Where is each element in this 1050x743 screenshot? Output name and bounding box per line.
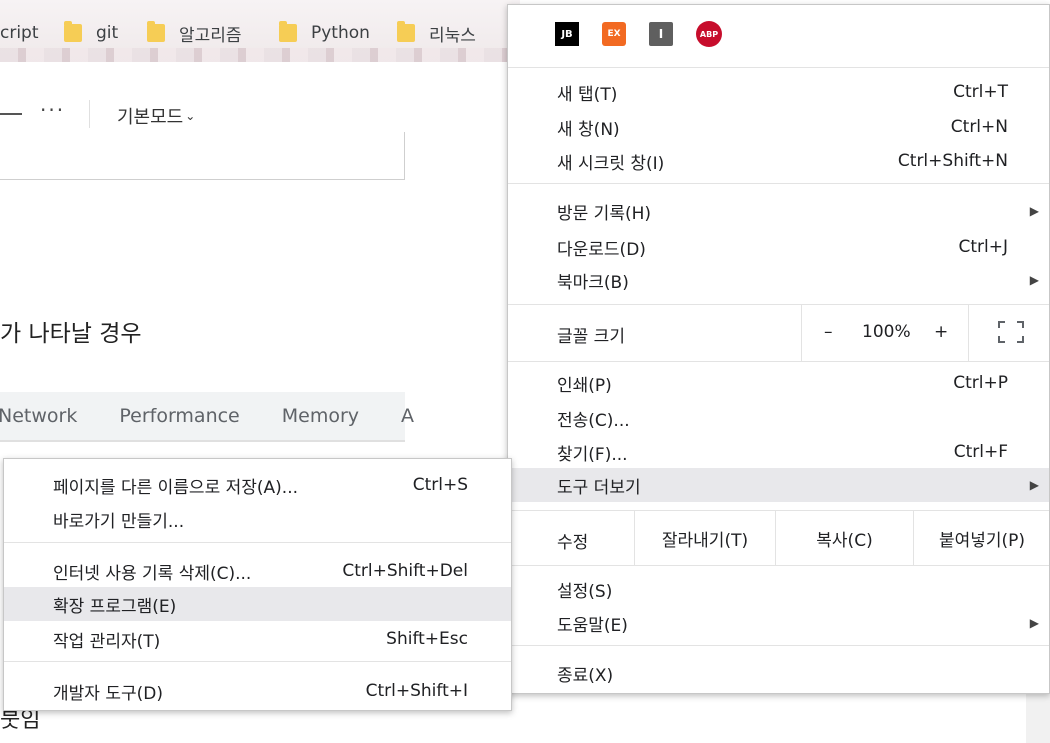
bookmark-folder-linux[interactable]: 리눅스	[397, 20, 476, 46]
bookmark-label: git	[96, 23, 119, 43]
menu-item-cast[interactable]: 전송(C)...	[508, 401, 1049, 435]
cut-button[interactable]: 잘라내기(T)	[634, 511, 775, 565]
folder-icon	[397, 21, 415, 42]
adblock-plus-icon[interactable]: ABP	[696, 21, 722, 47]
jetbrains-icon[interactable]: JB	[555, 22, 579, 46]
bookmark-label: 리눅스	[429, 25, 476, 46]
scrollbar[interactable]	[1026, 690, 1050, 743]
submenu-item-developer-tools[interactable]: 개발자 도구(D) Ctrl+Shift+I	[4, 674, 511, 708]
zoom-controls: – 100% +	[801, 305, 968, 361]
submenu-arrow-icon: ▶	[1029, 478, 1039, 492]
more-options-button[interactable]: ···	[40, 98, 65, 122]
submenu-arrow-icon: ▶	[1029, 273, 1039, 287]
ex-extension-icon[interactable]: EX	[602, 22, 626, 46]
devtools-tab-performance[interactable]: Performance	[119, 405, 239, 427]
folder-icon	[279, 21, 297, 42]
devtools-tab-strip: Network Performance Memory A	[0, 392, 414, 442]
menu-divider	[508, 67, 1049, 68]
zoom-in-button[interactable]: +	[934, 322, 948, 342]
submenu-arrow-icon: ▶	[1029, 616, 1039, 630]
folder-icon	[147, 21, 165, 42]
paste-button[interactable]: 붙여넣기(P)	[913, 511, 1050, 565]
fullscreen-icon[interactable]	[998, 321, 1024, 343]
menu-divider	[508, 183, 1049, 184]
toolbar-divider	[89, 100, 90, 128]
menu-divider	[508, 565, 1049, 566]
edit-row: 수정 잘라내기(T) 복사(C) 붙여넣기(P)	[508, 511, 1049, 565]
menu-item-print[interactable]: 인쇄(P) Ctrl+P	[508, 366, 1049, 400]
devtools-tab-network[interactable]: Network	[0, 405, 77, 427]
folder-icon	[64, 21, 82, 42]
extension-icons-row: JB EX I ABP	[508, 5, 1049, 67]
menu-divider	[508, 361, 1049, 362]
zoom-level: 100%	[862, 322, 911, 342]
mode-dropdown[interactable]: 기본모드 ⌄	[117, 103, 195, 129]
copy-button[interactable]: 복사(C)	[775, 511, 913, 565]
zoom-label: 글꼴 크기	[557, 327, 625, 347]
menu-divider	[508, 645, 1049, 646]
menu-item-settings[interactable]: 설정(S)	[508, 572, 1049, 606]
edit-label: 수정	[557, 533, 589, 553]
menu-item-help[interactable]: 도움말(E) ▶	[508, 606, 1049, 640]
chevron-down-icon: ⌄	[185, 109, 196, 123]
menu-item-new-tab[interactable]: 새 탭(T) Ctrl+T	[508, 75, 1049, 109]
browser-window: cript git 알고리즘 Python 리눅스 ··· 기본모드 ⌄ 가 나타…	[0, 0, 1050, 743]
bookmark-label: Python	[311, 23, 370, 43]
devtools-tab-memory[interactable]: Memory	[282, 405, 359, 427]
bookmark-folder-algorithm[interactable]: 알고리즘	[147, 20, 242, 46]
bookmark-folder-python[interactable]: Python	[279, 20, 370, 46]
menu-item-history[interactable]: 방문 기록(H) ▶	[508, 194, 1049, 228]
submenu-item-save-page-as[interactable]: 페이지를 다른 이름으로 저장(A)... Ctrl+S	[4, 468, 511, 502]
chrome-main-menu: JB EX I ABP 새 탭(T) Ctrl+T 새 창(N) Ctrl+N …	[507, 4, 1050, 694]
menu-divider	[4, 542, 511, 543]
mode-label: 기본모드	[117, 107, 184, 128]
submenu-item-create-shortcut[interactable]: 바로가기 만들기...	[4, 502, 511, 536]
more-tools-submenu: 페이지를 다른 이름으로 저장(A)... Ctrl+S 바로가기 만들기...…	[3, 458, 512, 711]
submenu-item-task-manager[interactable]: 작업 관리자(T) Shift+Esc	[4, 622, 511, 656]
title-input-box[interactable]	[0, 132, 405, 180]
menu-item-exit[interactable]: 종료(X)	[508, 656, 1049, 690]
bookmark-folder-git[interactable]: git	[64, 20, 118, 46]
submenu-arrow-icon: ▶	[1029, 204, 1039, 218]
menu-item-incognito-window[interactable]: 새 시크릿 창(I) Ctrl+Shift+N	[508, 144, 1049, 178]
menu-item-more-tools[interactable]: 도구 더보기 ▶	[508, 468, 1049, 502]
menu-item-bookmarks[interactable]: 북마크(B) ▶	[508, 263, 1049, 297]
zoom-row: 글꼴 크기 – 100% +	[508, 305, 1049, 361]
menu-item-find[interactable]: 찾기(F)... Ctrl+F	[508, 435, 1049, 469]
bookmarks-bar: cript git 알고리즘 Python 리눅스	[0, 0, 520, 62]
menu-item-downloads[interactable]: 다운로드(D) Ctrl+J	[508, 230, 1049, 264]
submenu-item-extensions[interactable]: 확장 프로그램(E)	[4, 587, 511, 621]
menu-divider	[4, 661, 511, 662]
i-extension-icon[interactable]: I	[649, 22, 673, 46]
bookmark-label: 알고리즘	[179, 25, 242, 46]
horizontal-rule-icon[interactable]	[0, 113, 22, 115]
menu-item-new-window[interactable]: 새 창(N) Ctrl+N	[508, 110, 1049, 144]
submenu-item-clear-browsing-data[interactable]: 인터넷 사용 기록 삭제(C)... Ctrl+Shift+Del	[4, 554, 511, 588]
bookmark-script[interactable]: cript	[0, 20, 39, 46]
devtools-tab-application[interactable]: A	[401, 405, 414, 427]
bookmark-label: cript	[0, 23, 39, 43]
document-heading: 가 나타날 경우	[0, 321, 142, 347]
zoom-out-button[interactable]: –	[824, 322, 833, 342]
